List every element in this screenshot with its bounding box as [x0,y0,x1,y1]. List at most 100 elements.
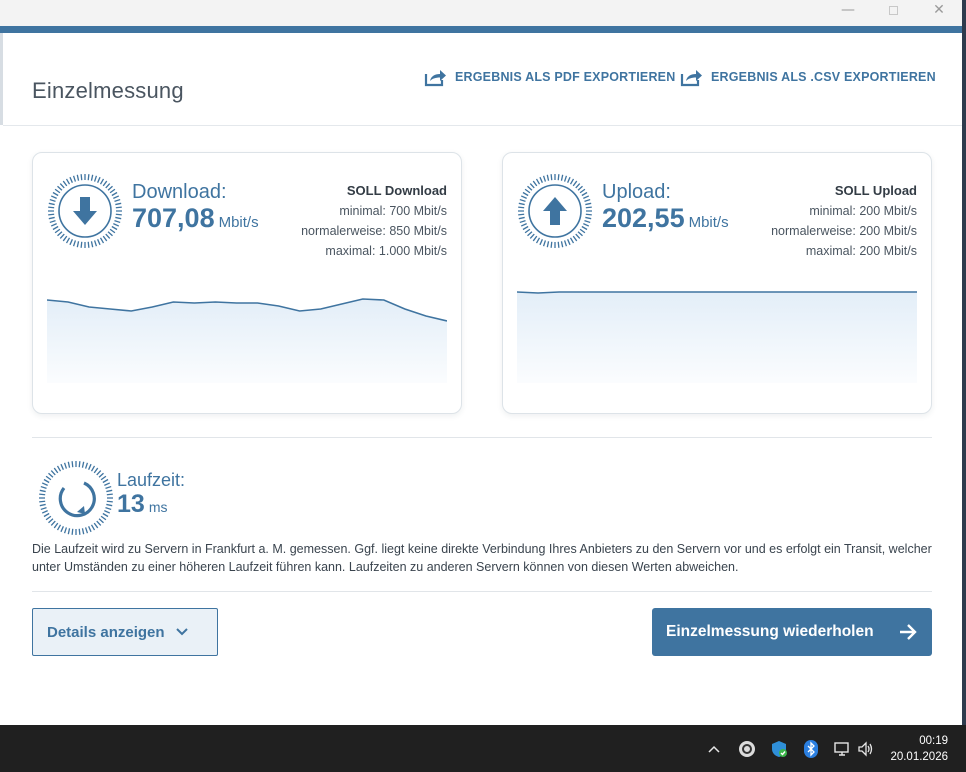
export-pdf-link[interactable]: ERGEBNIS ALS PDF EXPORTIEREN [423,67,675,87]
download-chart [47,283,447,383]
soll-download-minimal: minimal: 700 Mbit/s [339,204,447,218]
volume-icon[interactable] [854,725,878,772]
gauge-tick [114,219,121,224]
gauge-tick [114,198,121,203]
gauge-tick [50,520,56,526]
share-export-icon [680,70,702,87]
gauge-tick [585,202,592,206]
chevron-down-icon [175,628,188,636]
maximize-icon [888,5,898,15]
gauge-tick [529,183,535,189]
gauge-tick [48,472,54,478]
gauge-tick [532,180,538,187]
latency-value: 13 ms [117,490,167,519]
export-csv-link[interactable]: ERGEBNIS ALS .CSV EXPORTIEREN [679,67,936,87]
gauge-tick [109,228,116,234]
gauge-tick [539,239,543,246]
gauge-tick [585,216,592,220]
arrow-up-icon [543,197,567,225]
gauge-tick [577,185,583,191]
close-button[interactable]: ✕ [916,0,962,20]
gauge-tick [560,174,564,181]
gauge-tick [584,219,591,224]
gauge-tick [105,506,112,511]
latency-label: Laufzeit: [117,470,186,490]
gauge-tick [557,174,560,181]
chart-area [47,299,447,383]
gauge-tick [98,472,104,478]
export-csv-label: ERGEBNIS ALS .CSV EXPORTIEREN [711,70,936,84]
gauge-tick [63,527,68,534]
gauge-tick [71,528,74,535]
gauge-tick [542,175,547,182]
bluetooth-icon[interactable] [799,725,823,772]
gauge-tick [43,478,50,484]
upload-number: 202,55 [602,203,685,233]
gauge-tick [48,202,55,206]
gauge-tick [84,527,89,534]
soll-upload-normal: normalerweise: 200 Mbit/s [771,224,917,238]
gauge-tick [557,241,560,248]
gauge-tick [102,478,109,484]
gauge-tick [563,240,568,247]
gauge-tick [76,241,80,248]
upload-value: 202,55 Mbit/s [602,203,729,234]
download-gauge-icon [48,174,122,248]
gauge-tick [48,206,55,209]
clock-time: 00:19 [919,735,948,747]
gauge-tick [529,233,535,239]
gauge-tick [102,180,108,187]
gauge-tick [579,188,586,194]
repeat-measurement-button[interactable]: Einzelmessung wiederholen [652,608,932,656]
gauge-tick [113,195,120,199]
upload-unit: Mbit/s [688,214,729,231]
gauge-tick [106,489,113,493]
gauge-tick [107,185,113,191]
network-icon[interactable] [830,725,854,772]
gauge-tick [535,237,541,244]
gauge-tick [105,183,111,189]
gauge-tick [577,231,583,237]
taskbar: 00:19 20.01.2026 [0,725,966,772]
details-button[interactable]: Details anzeigen [32,608,218,656]
gauge-tick [518,202,525,206]
gauge-tick [569,237,575,244]
gauge-tick [39,500,46,503]
gauge-tick [65,178,71,185]
gauge-tick [102,235,108,242]
gauge-tick [93,240,98,247]
gauge-tick [87,241,90,248]
background-window-edge [962,0,966,725]
gauge-tick [80,174,83,181]
download-label: Download: [132,181,227,203]
gauge-tick [90,524,96,531]
gauge-tick [50,223,57,227]
minimize-button[interactable]: — [825,0,871,20]
gauge-tick [106,493,113,496]
gauge-tick [560,241,564,248]
gauge-tick [53,467,59,474]
taskbar-clock[interactable]: 00:19 20.01.2026 [890,733,948,765]
latency-gauge-icon [39,461,113,535]
share-export-icon [424,70,446,87]
gauge-tick [520,195,527,199]
maximize-button[interactable] [870,0,916,20]
gauge-tick [104,482,111,486]
download-card: Download: 707,08 Mbit/s SOLL Download min… [32,152,462,414]
copilot-icon[interactable] [735,725,759,772]
gauge-tick [567,239,571,246]
chevron-up-icon[interactable] [702,725,726,772]
gauge-tick [60,526,64,533]
gauge-tick [40,506,47,511]
gauge-tick [59,233,65,239]
gauge-tick [78,528,81,535]
gauge-tick [522,191,529,197]
defender-icon[interactable] [767,725,791,772]
gauge-tick [57,185,63,191]
chart-area [517,292,917,383]
gauge-tick [63,462,68,469]
repeat-label: Einzelmessung wiederholen [666,623,874,640]
clock-date: 20.01.2026 [890,751,948,763]
gauge-tick [54,188,61,194]
gauge-tick [584,198,591,203]
